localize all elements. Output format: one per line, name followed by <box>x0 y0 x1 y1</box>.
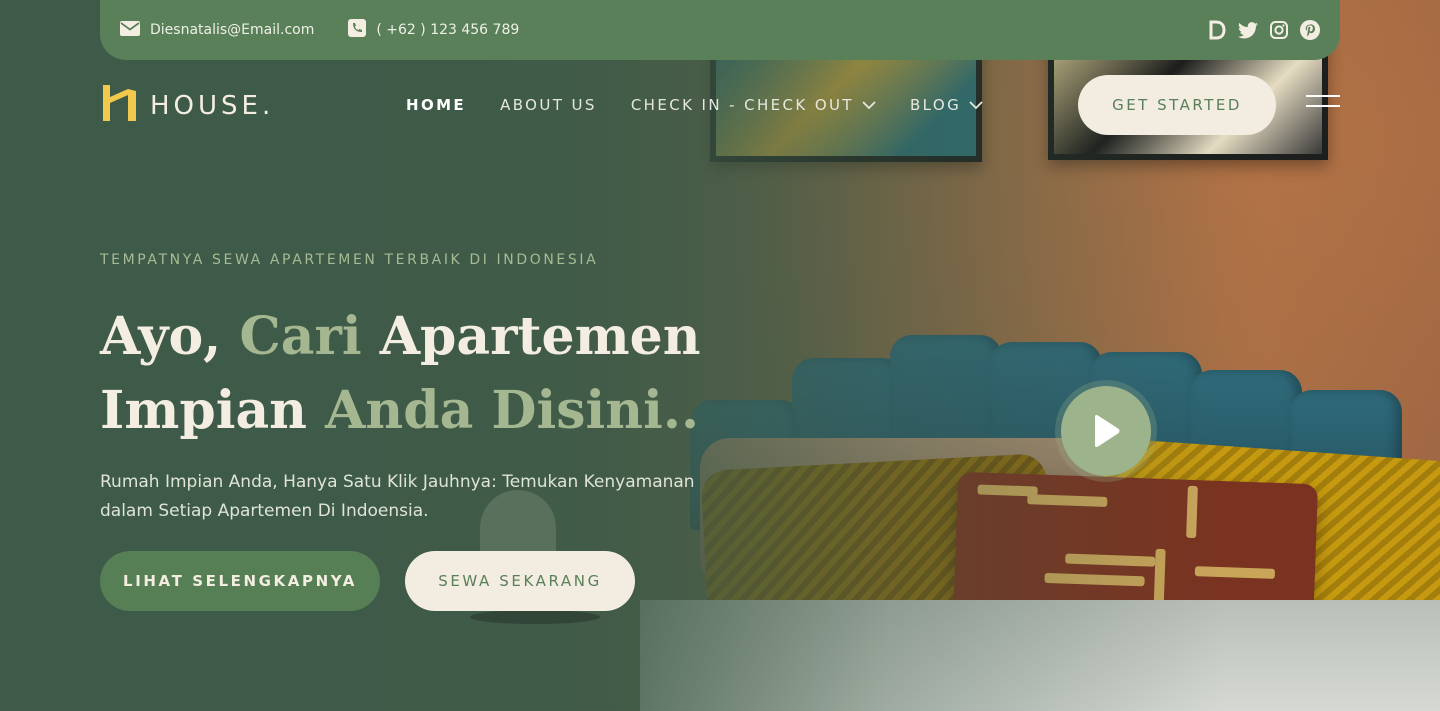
hero-eyebrow: TEMPATNYA SEWA APARTEMEN TERBAIK DI INDO… <box>100 252 599 268</box>
side-table <box>470 610 600 624</box>
top-contact-bar: Diesnatalis@Email.com ( +62 ) 123 456 78… <box>100 0 1340 60</box>
headline-word: Apartemen <box>379 306 701 367</box>
menu-line <box>1306 95 1340 97</box>
nav-item-about-us[interactable]: ABOUT US <box>500 96 597 114</box>
d-icon[interactable] <box>1206 20 1227 41</box>
headline-word: Impian <box>100 380 307 441</box>
contact-info: Diesnatalis@Email.com ( +62 ) 123 456 78… <box>120 19 519 41</box>
play-icon <box>1095 415 1120 447</box>
nav-item-check-in-check-out[interactable]: CHECK IN - CHECK OUT <box>631 96 876 114</box>
menu-icon[interactable] <box>1306 95 1340 113</box>
nav-item-label: HOME <box>406 96 467 114</box>
twitter-icon[interactable] <box>1237 20 1258 41</box>
brand-logo[interactable]: HOUSE. <box>100 85 274 127</box>
rent-now-button[interactable]: SEWA SEKARANG <box>405 551 635 611</box>
chevron-down-icon <box>969 100 983 109</box>
hero-headline: Ayo, Cari Apartemen Impian Anda Disini.. <box>100 300 720 448</box>
envelope-icon <box>120 20 140 40</box>
main-nav: HOME ABOUT US CHECK IN - CHECK OUT BLOG <box>406 96 983 114</box>
nav-item-label: CHECK IN - CHECK OUT <box>630 96 854 114</box>
nav-item-blog[interactable]: BLOG <box>910 96 983 114</box>
phone-contact[interactable]: ( +62 ) 123 456 789 <box>348 19 519 41</box>
headline-accent-word: Disini.. <box>491 380 700 441</box>
nav-item-label: BLOG <box>909 96 962 114</box>
see-more-button[interactable]: LIHAT SELENGKAPNYA <box>100 551 380 611</box>
social-links <box>1206 20 1320 41</box>
email-contact[interactable]: Diesnatalis@Email.com <box>120 20 315 40</box>
instagram-icon[interactable] <box>1268 20 1289 41</box>
nav-item-label: ABOUT US <box>500 96 597 114</box>
chevron-down-icon <box>862 100 876 109</box>
brand-name: HOUSE. <box>150 91 275 121</box>
get-started-button[interactable]: GET STARTED <box>1078 75 1276 135</box>
email-text: Diesnatalis@Email.com <box>150 22 315 38</box>
headline-accent-word: Anda <box>325 380 474 441</box>
pinterest-icon[interactable] <box>1299 20 1320 41</box>
nav-item-home[interactable]: HOME <box>406 96 466 114</box>
headline-accent-word: Cari <box>239 306 362 367</box>
house-logo-icon <box>100 85 138 127</box>
play-video-button[interactable] <box>1061 386 1151 476</box>
headline-word: Ayo, <box>100 306 222 367</box>
menu-line <box>1306 105 1340 107</box>
phone-text: ( +62 ) 123 456 789 <box>376 22 520 38</box>
hero-description: Rumah Impian Anda, Hanya Satu Klik Jauhn… <box>100 472 695 521</box>
phone-icon <box>348 19 367 41</box>
